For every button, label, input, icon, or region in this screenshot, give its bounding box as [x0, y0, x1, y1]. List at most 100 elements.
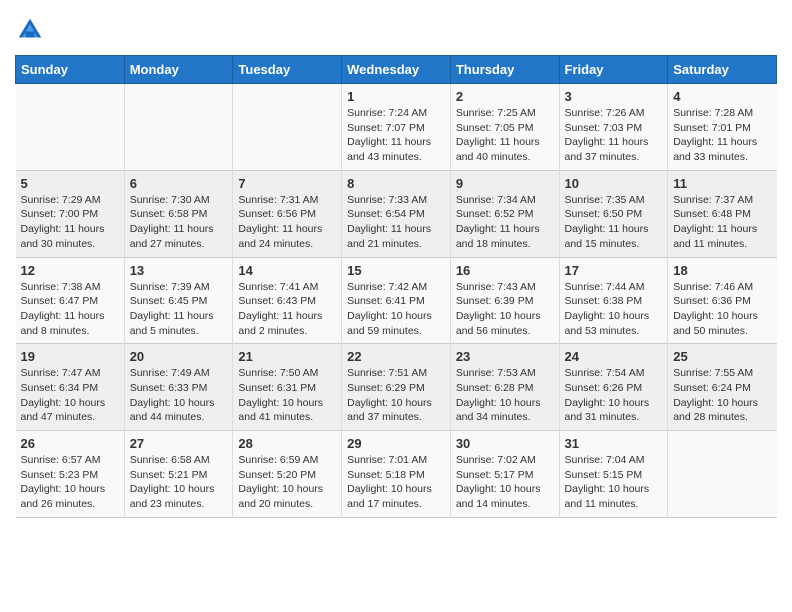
- day-number: 7: [238, 176, 336, 191]
- day-cell: 28 Sunrise: 6:59 AM Sunset: 5:20 PM Dayli…: [233, 431, 342, 518]
- day-cell: 19Sunrise: 7:47 AM Sunset: 6:34 PM Dayli…: [16, 344, 125, 431]
- day-cell: 6 Sunrise: 7:30 AM Sunset: 6:58 PM Daylig…: [124, 170, 233, 257]
- day-cell: 18 Sunrise: 7:46 AM Sunset: 6:36 PM Dayli…: [668, 257, 777, 344]
- day-number: 16: [456, 263, 554, 278]
- day-number: 25: [673, 349, 771, 364]
- day-cell: 15Sunrise: 7:42 AM Sunset: 6:41 PM Dayli…: [342, 257, 451, 344]
- day-cell: 14 Sunrise: 7:41 AM Sunset: 6:43 PM Dayli…: [233, 257, 342, 344]
- day-number: 1: [347, 89, 445, 104]
- day-number: 24: [565, 349, 663, 364]
- day-info: Sunrise: 7:55 AM Sunset: 6:24 PM Dayligh…: [673, 366, 771, 425]
- day-header-thursday: Thursday: [450, 56, 559, 84]
- day-info: Sunrise: 7:29 AM Sunset: 7:00 PM Dayligh…: [21, 193, 119, 252]
- day-cell: 4Sunrise: 7:28 AM Sunset: 7:01 PM Daylig…: [668, 84, 777, 171]
- day-cell: 12Sunrise: 7:38 AM Sunset: 6:47 PM Dayli…: [16, 257, 125, 344]
- day-cell: 2 Sunrise: 7:25 AM Sunset: 7:05 PM Daylig…: [450, 84, 559, 171]
- day-cell: 24 Sunrise: 7:54 AM Sunset: 6:26 PM Dayli…: [559, 344, 668, 431]
- day-info: Sunrise: 7:46 AM Sunset: 6:36 PM Dayligh…: [673, 280, 771, 339]
- day-cell: 25 Sunrise: 7:55 AM Sunset: 6:24 PM Dayli…: [668, 344, 777, 431]
- day-cell: 26 Sunrise: 6:57 AM Sunset: 5:23 PM Dayli…: [16, 431, 125, 518]
- day-info: Sunrise: 6:57 AM Sunset: 5:23 PM Dayligh…: [21, 453, 119, 512]
- day-cell: 21 Sunrise: 7:50 AM Sunset: 6:31 PM Dayli…: [233, 344, 342, 431]
- day-info: Sunrise: 7:49 AM Sunset: 6:33 PM Dayligh…: [130, 366, 228, 425]
- day-number: 22: [347, 349, 445, 364]
- day-cell: [233, 84, 342, 171]
- calendar-header: [15, 15, 777, 45]
- day-info: Sunrise: 7:25 AM Sunset: 7:05 PM Dayligh…: [456, 106, 554, 165]
- calendar-container: SundayMondayTuesdayWednesdayThursdayFrid…: [0, 0, 792, 612]
- day-cell: 30 Sunrise: 7:02 AM Sunset: 5:17 PM Dayli…: [450, 431, 559, 518]
- week-row-4: 19Sunrise: 7:47 AM Sunset: 6:34 PM Dayli…: [16, 344, 777, 431]
- day-info: Sunrise: 7:02 AM Sunset: 5:17 PM Dayligh…: [456, 453, 554, 512]
- day-number: 31: [565, 436, 663, 451]
- day-cell: [16, 84, 125, 171]
- day-info: Sunrise: 7:41 AM Sunset: 6:43 PM Dayligh…: [238, 280, 336, 339]
- day-cell: 27Sunrise: 6:58 AM Sunset: 5:21 PM Dayli…: [124, 431, 233, 518]
- day-cell: 23Sunrise: 7:53 AM Sunset: 6:28 PM Dayli…: [450, 344, 559, 431]
- day-cell: 8 Sunrise: 7:33 AM Sunset: 6:54 PM Daylig…: [342, 170, 451, 257]
- day-number: 18: [673, 263, 771, 278]
- day-number: 26: [21, 436, 119, 451]
- day-info: Sunrise: 7:31 AM Sunset: 6:56 PM Dayligh…: [238, 193, 336, 252]
- day-number: 11: [673, 176, 771, 191]
- day-info: Sunrise: 7:54 AM Sunset: 6:26 PM Dayligh…: [565, 366, 663, 425]
- day-cell: 3 Sunrise: 7:26 AM Sunset: 7:03 PM Daylig…: [559, 84, 668, 171]
- day-info: Sunrise: 7:30 AM Sunset: 6:58 PM Dayligh…: [130, 193, 228, 252]
- day-header-saturday: Saturday: [668, 56, 777, 84]
- day-number: 30: [456, 436, 554, 451]
- day-info: Sunrise: 7:47 AM Sunset: 6:34 PM Dayligh…: [21, 366, 119, 425]
- day-info: Sunrise: 6:58 AM Sunset: 5:21 PM Dayligh…: [130, 453, 228, 512]
- day-info: Sunrise: 7:35 AM Sunset: 6:50 PM Dayligh…: [565, 193, 663, 252]
- day-number: 20: [130, 349, 228, 364]
- day-info: Sunrise: 7:26 AM Sunset: 7:03 PM Dayligh…: [565, 106, 663, 165]
- day-info: Sunrise: 7:42 AM Sunset: 6:41 PM Dayligh…: [347, 280, 445, 339]
- week-row-1: 1 Sunrise: 7:24 AM Sunset: 7:07 PM Daylig…: [16, 84, 777, 171]
- day-number: 29: [347, 436, 445, 451]
- day-cell: 16 Sunrise: 7:43 AM Sunset: 6:39 PM Dayli…: [450, 257, 559, 344]
- day-info: Sunrise: 7:50 AM Sunset: 6:31 PM Dayligh…: [238, 366, 336, 425]
- day-info: Sunrise: 7:43 AM Sunset: 6:39 PM Dayligh…: [456, 280, 554, 339]
- day-number: 2: [456, 89, 554, 104]
- day-info: Sunrise: 7:34 AM Sunset: 6:52 PM Dayligh…: [456, 193, 554, 252]
- week-row-3: 12Sunrise: 7:38 AM Sunset: 6:47 PM Dayli…: [16, 257, 777, 344]
- day-number: 8: [347, 176, 445, 191]
- day-number: 13: [130, 263, 228, 278]
- day-info: Sunrise: 7:04 AM Sunset: 5:15 PM Dayligh…: [565, 453, 663, 512]
- day-info: Sunrise: 7:37 AM Sunset: 6:48 PM Dayligh…: [673, 193, 771, 252]
- day-cell: 17Sunrise: 7:44 AM Sunset: 6:38 PM Dayli…: [559, 257, 668, 344]
- day-header-sunday: Sunday: [16, 56, 125, 84]
- day-number: 21: [238, 349, 336, 364]
- day-cell: 10 Sunrise: 7:35 AM Sunset: 6:50 PM Dayli…: [559, 170, 668, 257]
- logo-icon: [15, 15, 45, 45]
- day-cell: 13 Sunrise: 7:39 AM Sunset: 6:45 PM Dayli…: [124, 257, 233, 344]
- day-number: 5: [21, 176, 119, 191]
- week-row-2: 5 Sunrise: 7:29 AM Sunset: 7:00 PM Daylig…: [16, 170, 777, 257]
- day-cell: [668, 431, 777, 518]
- day-header-monday: Monday: [124, 56, 233, 84]
- day-number: 12: [21, 263, 119, 278]
- day-info: Sunrise: 7:33 AM Sunset: 6:54 PM Dayligh…: [347, 193, 445, 252]
- day-header-friday: Friday: [559, 56, 668, 84]
- day-cell: 9Sunrise: 7:34 AM Sunset: 6:52 PM Daylig…: [450, 170, 559, 257]
- day-info: Sunrise: 7:39 AM Sunset: 6:45 PM Dayligh…: [130, 280, 228, 339]
- day-info: Sunrise: 7:44 AM Sunset: 6:38 PM Dayligh…: [565, 280, 663, 339]
- day-number: 28: [238, 436, 336, 451]
- day-number: 14: [238, 263, 336, 278]
- day-number: 3: [565, 89, 663, 104]
- day-number: 23: [456, 349, 554, 364]
- day-info: Sunrise: 7:24 AM Sunset: 7:07 PM Dayligh…: [347, 106, 445, 165]
- day-number: 6: [130, 176, 228, 191]
- day-info: Sunrise: 7:01 AM Sunset: 5:18 PM Dayligh…: [347, 453, 445, 512]
- day-number: 10: [565, 176, 663, 191]
- day-cell: [124, 84, 233, 171]
- days-header-row: SundayMondayTuesdayWednesdayThursdayFrid…: [16, 56, 777, 84]
- day-header-wednesday: Wednesday: [342, 56, 451, 84]
- day-cell: 5 Sunrise: 7:29 AM Sunset: 7:00 PM Daylig…: [16, 170, 125, 257]
- day-header-tuesday: Tuesday: [233, 56, 342, 84]
- day-cell: 31 Sunrise: 7:04 AM Sunset: 5:15 PM Dayli…: [559, 431, 668, 518]
- day-info: Sunrise: 7:28 AM Sunset: 7:01 PM Dayligh…: [673, 106, 771, 165]
- day-info: Sunrise: 6:59 AM Sunset: 5:20 PM Dayligh…: [238, 453, 336, 512]
- day-cell: 7 Sunrise: 7:31 AM Sunset: 6:56 PM Daylig…: [233, 170, 342, 257]
- calendar-table: SundayMondayTuesdayWednesdayThursdayFrid…: [15, 55, 777, 518]
- day-cell: 1 Sunrise: 7:24 AM Sunset: 7:07 PM Daylig…: [342, 84, 451, 171]
